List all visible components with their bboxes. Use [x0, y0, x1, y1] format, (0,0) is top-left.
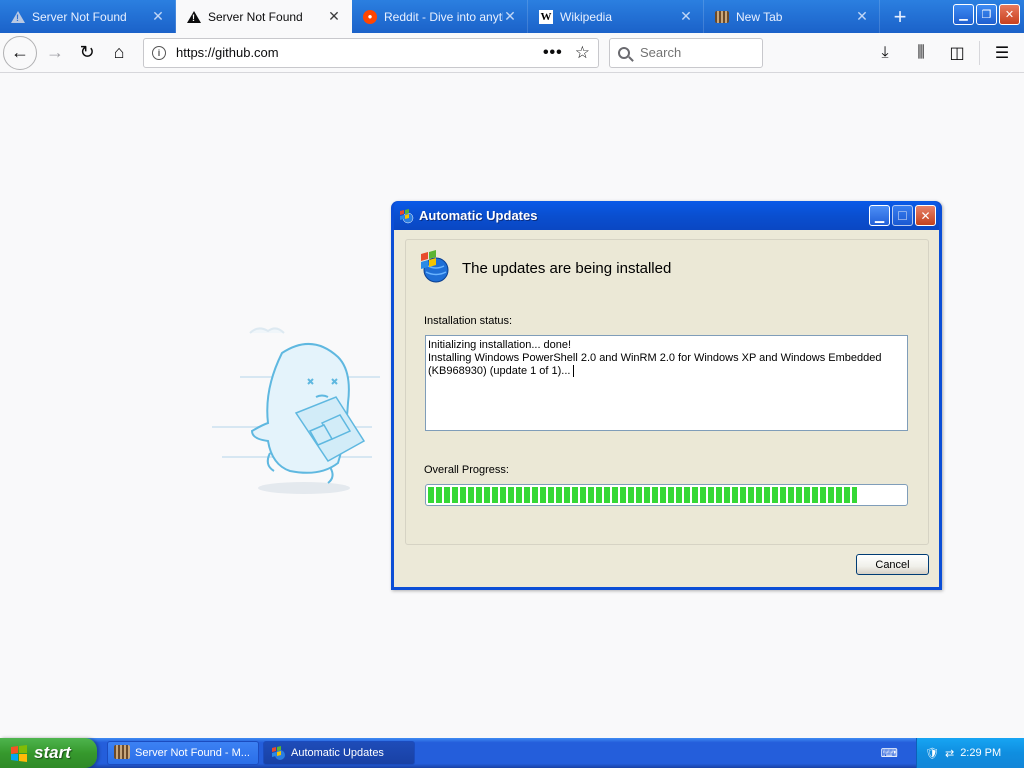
tab-label: Server Not Found: [32, 9, 127, 24]
page-actions-icon[interactable]: •••: [543, 44, 563, 62]
home-button[interactable]: ⌂: [103, 37, 135, 69]
tab-close-icon[interactable]: ✕: [855, 8, 869, 25]
tab-close-icon[interactable]: ✕: [679, 8, 693, 25]
arrow-right-icon: →: [46, 42, 64, 62]
start-label: start: [34, 743, 71, 762]
keyboard-icon[interactable]: ⌨: [881, 746, 898, 760]
window-controls: ▁ ❐ ✕: [953, 0, 1024, 33]
dialog-titlebar[interactable]: Automatic Updates ▁ ☐ ✕: [394, 201, 939, 230]
status-line: Initializing installation... done!: [428, 339, 572, 351]
nav-bar: ← → ↻ ⌂ i https://github.com ••• ☆ ⤓ ⫼ ◫…: [0, 33, 1024, 73]
toolbar-tools: ⤓ ⫼ ◫ ☰: [869, 37, 1024, 69]
minimize-icon[interactable]: ▁: [953, 4, 974, 25]
tab-server-not-found-1[interactable]: Server Not Found ✕: [0, 0, 176, 33]
bookmark-star-icon[interactable]: ☆: [575, 43, 590, 63]
dialog-maximize-icon: ☐: [892, 205, 913, 226]
dialog-title: Automatic Updates: [419, 208, 538, 223]
dialog-minimize-icon[interactable]: ▁: [869, 205, 890, 226]
tab-wikipedia[interactable]: W Wikipedia ✕: [528, 0, 704, 33]
dialog-close-icon[interactable]: ✕: [915, 205, 936, 226]
reload-icon: ↻: [79, 42, 95, 62]
cancel-button[interactable]: Cancel: [856, 554, 929, 575]
system-tray: 🛡 ⇄ 2:29 PM: [916, 738, 1024, 768]
installation-status-box[interactable]: Initializing installation... done! Insta…: [425, 335, 908, 431]
taskbar-item-label: Server Not Found - M...: [135, 747, 250, 759]
firefox-icon: [114, 745, 130, 761]
forward-button[interactable]: →: [39, 37, 71, 69]
hamburger-icon: ☰: [994, 44, 1010, 62]
restore-icon[interactable]: ❐: [976, 4, 997, 25]
status-line: (KB968930) (update 1 of 1)...: [428, 365, 571, 377]
info-icon[interactable]: i: [152, 45, 166, 60]
taskbar-item-label: Automatic Updates: [291, 747, 384, 759]
search-input[interactable]: [640, 45, 750, 60]
newtab-icon: [714, 9, 730, 25]
overall-progress-bar: [425, 484, 908, 506]
automatic-updates-dialog: Automatic Updates ▁ ☐ ✕ The updates are …: [391, 201, 942, 590]
url-text[interactable]: https://github.com: [176, 45, 543, 60]
url-bar[interactable]: i https://github.com ••• ☆: [143, 37, 599, 68]
wikipedia-icon: W: [539, 9, 553, 24]
windows-update-icon: [272, 746, 285, 760]
warning-icon: [10, 9, 26, 25]
error-mascot-illustration: [212, 327, 380, 494]
status-line: Installing Windows PowerShell 2.0 and Wi…: [428, 352, 882, 364]
progress-fill: [428, 487, 858, 503]
overall-progress-label: Overall Progress:: [424, 464, 509, 476]
start-button[interactable]: start: [0, 738, 97, 768]
back-button[interactable]: ←: [3, 35, 37, 70]
arrow-left-icon: ←: [11, 42, 29, 62]
reddit-icon: ●: [362, 9, 378, 25]
reload-button[interactable]: ↻: [71, 37, 103, 69]
tab-close-icon[interactable]: ✕: [151, 8, 165, 25]
text-cursor: [573, 365, 575, 378]
dialog-header: The updates are being installed: [418, 250, 671, 284]
search-bar[interactable]: [609, 37, 763, 68]
dialog-heading: The updates are being installed: [462, 259, 672, 277]
dialog-client-area: The updates are being installed Installa…: [394, 230, 939, 587]
tab-reddit[interactable]: ● Reddit - Dive into anyth ✕: [352, 0, 528, 33]
home-icon: ⌂: [113, 42, 125, 62]
taskbar-item-automatic-updates[interactable]: Automatic Updates: [263, 741, 415, 765]
menu-button[interactable]: ☰: [986, 37, 1018, 69]
toolbar-divider: [979, 40, 980, 65]
library-button[interactable]: ⫼: [905, 37, 937, 69]
tab-close-icon[interactable]: ✕: [503, 8, 517, 25]
installation-status-label: Installation status:: [424, 315, 513, 327]
tab-label: Wikipedia: [560, 9, 613, 24]
download-icon: ⤓: [881, 43, 889, 61]
tab-close-icon[interactable]: ✕: [327, 8, 341, 25]
tab-strip: Server Not Found ✕ Server Not Found ✕ ● …: [0, 0, 1024, 33]
tab-new-tab[interactable]: New Tab ✕: [704, 0, 880, 33]
tab-server-not-found-2[interactable]: Server Not Found ✕: [176, 0, 352, 33]
sidebar-button[interactable]: ◫: [941, 37, 973, 69]
security-shield-icon[interactable]: 🛡: [925, 747, 939, 760]
download-button[interactable]: ⤓: [869, 37, 901, 69]
taskbar-item-firefox[interactable]: Server Not Found - M...: [107, 741, 259, 765]
tab-label: New Tab: [736, 9, 783, 24]
windows-update-globe-icon: [421, 250, 449, 283]
windows-update-icon: [400, 208, 414, 223]
library-icon: ⫼: [917, 43, 925, 61]
tab-label: Server Not Found: [208, 9, 303, 24]
clock[interactable]: 2:29 PM: [960, 747, 1001, 759]
network-icon[interactable]: ⇄: [945, 747, 954, 760]
close-icon[interactable]: ✕: [999, 4, 1020, 25]
dialog-panel: The updates are being installed Installa…: [405, 239, 929, 545]
new-tab-button[interactable]: +: [880, 0, 920, 33]
tab-label: Reddit - Dive into anyth: [384, 9, 503, 24]
windows-flag-icon: [11, 745, 27, 762]
warning-icon: [186, 9, 202, 25]
sidebar-icon: ◫: [949, 44, 965, 62]
taskbar: start Server Not Found - M... Automatic …: [0, 738, 1024, 768]
search-icon: [618, 46, 630, 59]
